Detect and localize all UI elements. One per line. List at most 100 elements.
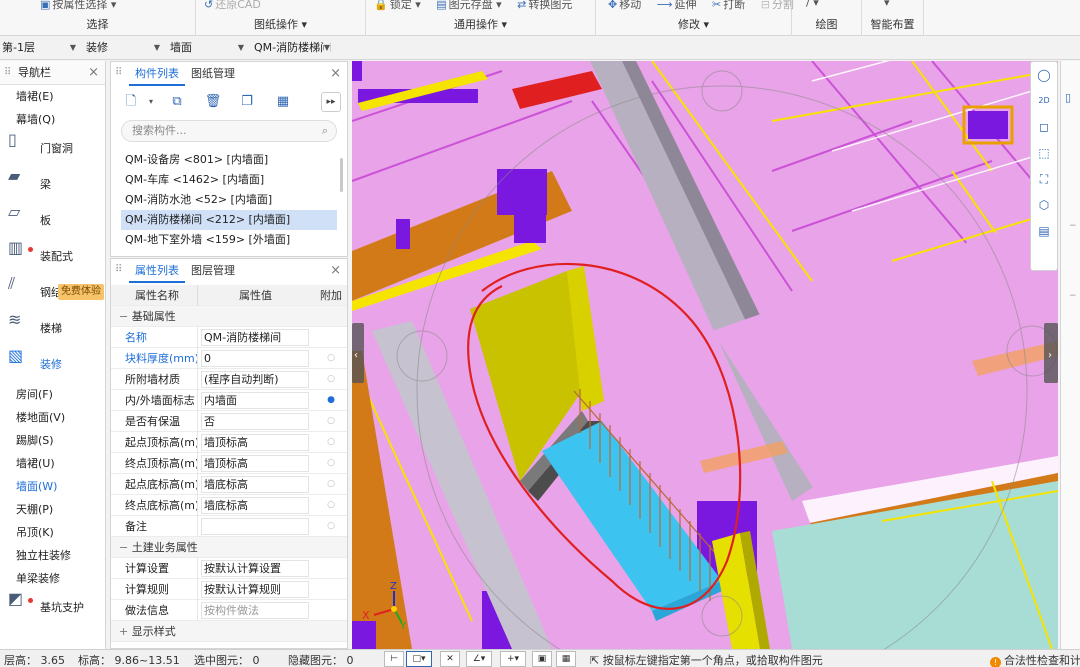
ribbon-group-title[interactable]: 智能布置: [862, 16, 923, 32]
report-icon[interactable]: ▤: [1031, 218, 1057, 244]
property-value-field[interactable]: QM-消防楼梯间: [201, 329, 309, 346]
nav-sub-item[interactable]: 单梁装修: [0, 567, 105, 590]
restore-cad-button[interactable]: 还原CAD: [215, 0, 261, 11]
split-button[interactable]: 分割: [772, 0, 794, 11]
3d-viewport[interactable]: ‹ › X Y Z: [352, 61, 1058, 649]
nav-category[interactable]: ▯ 门窗洞: [0, 131, 105, 167]
property-value-field[interactable]: 墙底标高: [201, 476, 309, 493]
attach-radio[interactable]: ○: [317, 453, 345, 474]
close-icon[interactable]: ×: [330, 263, 341, 278]
nav-category[interactable]: ▰ 梁: [0, 167, 105, 203]
layer-copy-icon[interactable]: ❐: [237, 92, 257, 112]
property-group-header[interactable]: − 基础属性: [111, 306, 347, 327]
drag-handle-icon[interactable]: ⠿: [4, 61, 11, 85]
ribbon-group-title[interactable]: 修改 ▾: [596, 16, 791, 32]
nav-sub-item[interactable]: 踢脚(S): [0, 429, 105, 452]
floor-select[interactable]: 第-1层 ▼: [0, 38, 80, 58]
scrollbar[interactable]: [340, 158, 343, 192]
attach-radio[interactable]: ●: [317, 390, 345, 411]
drag-handle-icon[interactable]: ⠿: [115, 264, 122, 275]
angle-icon[interactable]: ∠▾: [466, 651, 492, 667]
ortho-icon[interactable]: ⊢: [384, 651, 404, 667]
drag-handle-icon[interactable]: ⠿: [115, 67, 122, 78]
dynamic-input-icon[interactable]: ▣: [532, 651, 552, 667]
property-value-cell[interactable]: [197, 516, 313, 537]
collapse-icon[interactable]: −: [1069, 221, 1077, 231]
attach-radio[interactable]: ○: [317, 348, 345, 369]
extend-button[interactable]: 延伸: [675, 0, 697, 11]
attach-radio[interactable]: ○: [317, 516, 345, 537]
property-value-field[interactable]: 0: [201, 350, 309, 367]
move-button[interactable]: 移动: [619, 0, 641, 11]
property-value-cell[interactable]: 墙底标高: [197, 474, 313, 495]
panel-toggle-icon[interactable]: ▯: [1065, 91, 1071, 104]
cross-icon[interactable]: ✕: [440, 651, 460, 667]
property-value-cell[interactable]: 按构件做法: [197, 600, 313, 621]
copy-icon[interactable]: ⧉: [167, 92, 187, 112]
property-value-field[interactable]: 内墙面: [201, 392, 309, 409]
nav-category[interactable]: ▧ 装修: [0, 347, 105, 383]
tab-component-list[interactable]: 构件列表: [129, 62, 185, 86]
select-by-property-button[interactable]: 按属性选择 ▾: [52, 0, 116, 11]
property-value-cell[interactable]: 否: [197, 411, 313, 432]
property-value-cell[interactable]: 按默认计算规则: [197, 579, 313, 600]
property-group-header[interactable]: + 显示样式: [111, 621, 347, 642]
attach-radio[interactable]: ○: [317, 411, 345, 432]
display-settings-icon[interactable]: ⬡: [1031, 192, 1057, 218]
list-item[interactable]: QM-消防楼梯间 <212> [内墙面]: [121, 210, 337, 230]
validity-check[interactable]: ! 合法性检查和计: [990, 652, 1080, 667]
attach-radio[interactable]: ○: [317, 432, 345, 453]
more-icon[interactable]: ▸▸: [321, 92, 341, 112]
search-input[interactable]: 搜索构件... ⌕: [121, 120, 337, 142]
list-item[interactable]: QM-地下室外墙 <159> [外墙面]: [121, 230, 337, 246]
grid-icon[interactable]: ▦: [556, 651, 576, 667]
cube-view-icon[interactable]: ◻: [1031, 114, 1057, 140]
break-button[interactable]: 打断: [723, 0, 745, 11]
fit-view-icon[interactable]: ⛶: [1031, 166, 1057, 192]
property-group-header[interactable]: − 土建业务属性: [111, 537, 347, 558]
list-item[interactable]: QM-消防水池 <52> [内墙面]: [121, 190, 337, 210]
nav-category[interactable]: ▥ 装配式: [0, 239, 105, 275]
property-value-field[interactable]: 否: [201, 413, 309, 430]
orbit-icon[interactable]: ◯: [1031, 62, 1057, 88]
property-value-cell[interactable]: (程序自动判断): [197, 369, 313, 390]
category-select[interactable]: 装修 ▼: [84, 38, 164, 58]
nav-category[interactable]: ≋ 楼梯: [0, 311, 105, 347]
type-select[interactable]: 墙面 ▼: [168, 38, 248, 58]
tab-layer-management[interactable]: 图层管理: [185, 259, 241, 283]
property-value-cell[interactable]: QM-消防楼梯间: [197, 327, 313, 348]
nav-item[interactable]: 幕墙(Q): [0, 108, 105, 131]
property-value-field[interactable]: (程序自动判断): [201, 371, 309, 388]
tab-property-list[interactable]: 属性列表: [129, 259, 185, 283]
property-value-field[interactable]: 墙顶标高: [201, 434, 309, 451]
property-value-cell[interactable]: 0: [197, 348, 313, 369]
view-2d-button[interactable]: 2D: [1031, 88, 1057, 114]
tab-drawing-management[interactable]: 图纸管理: [185, 62, 241, 86]
nav-sub-item[interactable]: 独立柱装修: [0, 544, 105, 567]
lock-button[interactable]: 锁定 ▾: [390, 0, 421, 11]
property-value-cell[interactable]: 墙顶标高: [197, 432, 313, 453]
draw-line-button[interactable]: / ▾: [806, 0, 819, 9]
attach-radio[interactable]: ○: [317, 369, 345, 390]
close-icon[interactable]: ×: [330, 66, 341, 81]
delete-icon[interactable]: 🗑: [203, 92, 223, 112]
property-value-field[interactable]: [201, 518, 309, 535]
close-icon[interactable]: ×: [88, 61, 99, 85]
property-value-cell[interactable]: 内墙面: [197, 390, 313, 411]
nav-category[interactable]: ▱ 板: [0, 203, 105, 239]
3d-model-canvas[interactable]: ‹ ›: [352, 61, 1058, 649]
nav-sub-item[interactable]: 墙裙(U): [0, 452, 105, 475]
property-value-cell[interactable]: 按默认计算设置: [197, 558, 313, 579]
property-value-field[interactable]: 墙底标高: [201, 497, 309, 514]
component-select[interactable]: QM-消防楼梯间 ▼: [252, 38, 334, 58]
collapse-icon[interactable]: −: [1069, 291, 1077, 301]
nav-item[interactable]: 墙裙(E): [0, 85, 105, 108]
property-value-cell[interactable]: 墙顶标高: [197, 453, 313, 474]
list-item[interactable]: QM-设备房 <801> [内墙面]: [121, 150, 337, 170]
chevron-down-icon[interactable]: ▾: [141, 92, 161, 112]
property-value-cell[interactable]: 墙底标高: [197, 495, 313, 516]
nav-sub-item[interactable]: 天棚(P): [0, 498, 105, 521]
property-value-field[interactable]: 墙顶标高: [201, 455, 309, 472]
list-item[interactable]: QM-车库 <1462> [内墙面]: [121, 170, 337, 190]
attach-radio[interactable]: ○: [317, 474, 345, 495]
